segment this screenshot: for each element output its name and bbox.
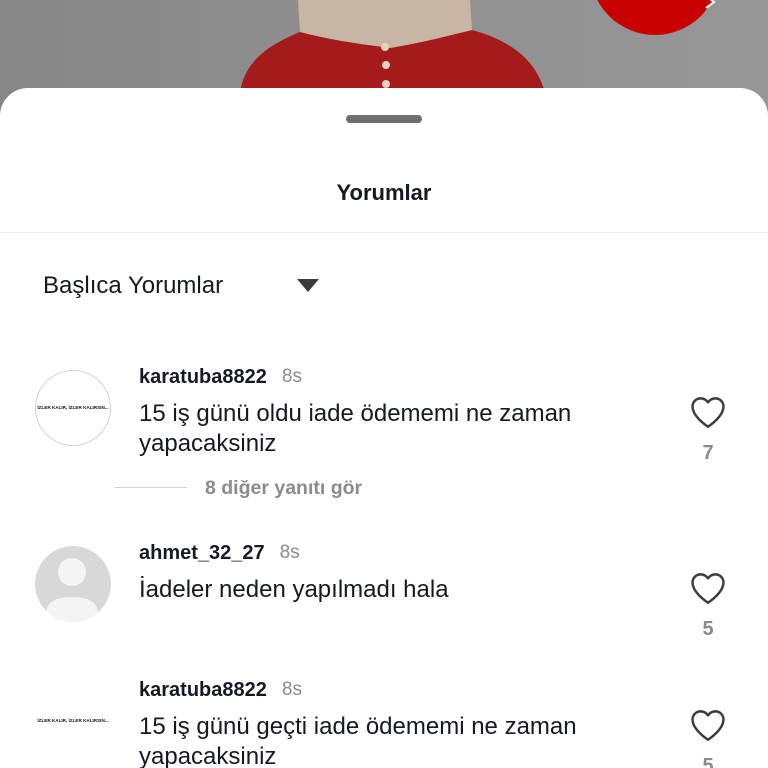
sheet-title: Yorumlar xyxy=(336,180,432,205)
heart-icon[interactable] xyxy=(691,397,725,428)
like-count: 7 xyxy=(702,442,714,464)
sort-dropdown[interactable]: Başlıca Yorumlar xyxy=(43,270,333,302)
comments-sheet: Yorumlar Başlıca Yorumlar İZLER KALIR, İ… xyxy=(0,88,768,768)
username[interactable]: ahmet_32_27 xyxy=(139,541,265,565)
avatar-logo-text: İZLER KALIR, İZLER KALIRSIN... xyxy=(37,405,109,410)
avatar[interactable]: İZLER KALIR, İZLER KALIRSIN... xyxy=(35,683,111,759)
view-replies-label: 8 diğer yanıtı gör xyxy=(205,477,363,499)
red-circle-badge xyxy=(597,0,716,35)
comment-meta: karatuba8822 8s xyxy=(139,365,302,389)
timestamp: 8s xyxy=(281,366,302,387)
timestamp: 8s xyxy=(281,679,302,700)
replies-line xyxy=(115,487,187,488)
sort-label: Başlıca Yorumlar xyxy=(43,272,224,299)
view-replies-button[interactable]: 8 diğer yanıtı gör xyxy=(115,476,375,500)
username[interactable]: karatuba8822 xyxy=(139,365,267,389)
comment-text[interactable]: 15 iş günü oldu iade ödememi ne zaman ya… xyxy=(139,399,659,459)
caret-down-icon xyxy=(297,279,319,292)
drag-handle[interactable] xyxy=(346,115,422,123)
heart-icon[interactable] xyxy=(691,573,725,604)
comment-meta: ahmet_32_27 8s xyxy=(139,541,300,565)
default-avatar-icon[interactable] xyxy=(35,546,111,622)
avatar[interactable]: İZLER KALIR, İZLER KALIRSIN... xyxy=(35,370,111,446)
like-count: 5 xyxy=(702,755,714,768)
header-divider xyxy=(0,232,768,233)
comment-meta: karatuba8822 8s xyxy=(139,678,302,702)
like-count: 5 xyxy=(702,618,714,640)
comment-text[interactable]: 15 iş günü geçti iade ödememi ne zaman y… xyxy=(139,712,659,768)
avatar-logo-text: İZLER KALIR, İZLER KALIRSIN... xyxy=(37,718,109,723)
username[interactable]: karatuba8822 xyxy=(139,678,267,702)
comment-text[interactable]: İadeler neden yapılmadı hala xyxy=(139,575,659,605)
heart-icon[interactable] xyxy=(691,710,725,741)
timestamp: 8s xyxy=(279,542,300,563)
